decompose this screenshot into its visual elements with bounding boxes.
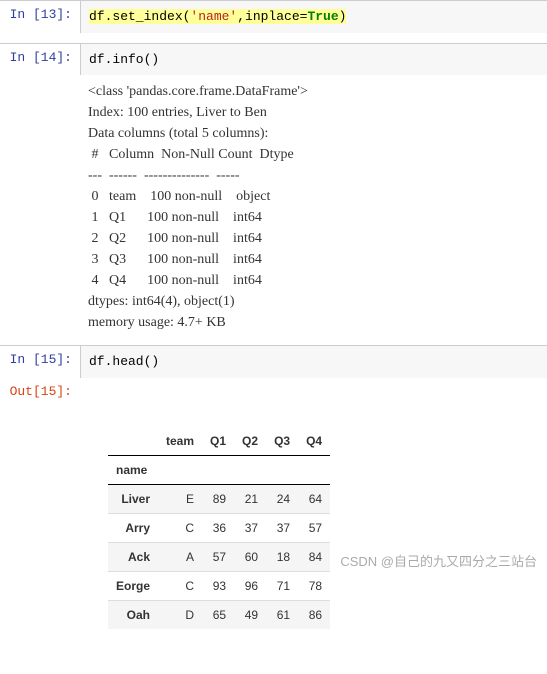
- input-cell-13[interactable]: In [13]: df.set_index('name',inplace=Tru…: [0, 0, 547, 33]
- prompt-out-15: Out[15]:: [0, 378, 80, 674]
- input-cell-15[interactable]: In [15]: df.head(): [0, 345, 547, 378]
- prompt-out-14-empty: [0, 75, 80, 339]
- code-area-14[interactable]: df.info(): [80, 44, 547, 76]
- table-row: ArryC36373757: [108, 513, 330, 542]
- info-output: <class 'pandas.core.frame.DataFrame'> In…: [80, 75, 547, 339]
- index-name-row: name: [108, 455, 330, 484]
- prompt-in-13: In [13]:: [0, 1, 80, 33]
- input-cell-14[interactable]: In [14]: df.info(): [0, 43, 547, 76]
- prompt-in-15: In [15]:: [0, 346, 80, 378]
- dataframe-table: team Q1 Q2 Q3 Q4 name LiverE89212464Arry…: [108, 427, 330, 629]
- table-header: team Q1 Q2 Q3 Q4: [108, 427, 330, 456]
- code-area-13[interactable]: df.set_index('name',inplace=True): [80, 1, 547, 33]
- code-area-15[interactable]: df.head(): [80, 346, 547, 378]
- table-row: AckA57601884: [108, 542, 330, 571]
- output-cell-15: Out[15]: team Q1 Q2 Q3 Q4 name LiverE892…: [0, 378, 547, 674]
- table-row: EorgeC93967178: [108, 571, 330, 600]
- prompt-in-14: In [14]:: [0, 44, 80, 76]
- output-cell-14: <class 'pandas.core.frame.DataFrame'> In…: [0, 75, 547, 339]
- dataframe-output: team Q1 Q2 Q3 Q4 name LiverE89212464Arry…: [80, 378, 547, 674]
- table-row: OahD65496186: [108, 600, 330, 629]
- watermark: CSDN @自己的九又四分之三站台: [340, 551, 537, 570]
- table-row: LiverE89212464: [108, 484, 330, 513]
